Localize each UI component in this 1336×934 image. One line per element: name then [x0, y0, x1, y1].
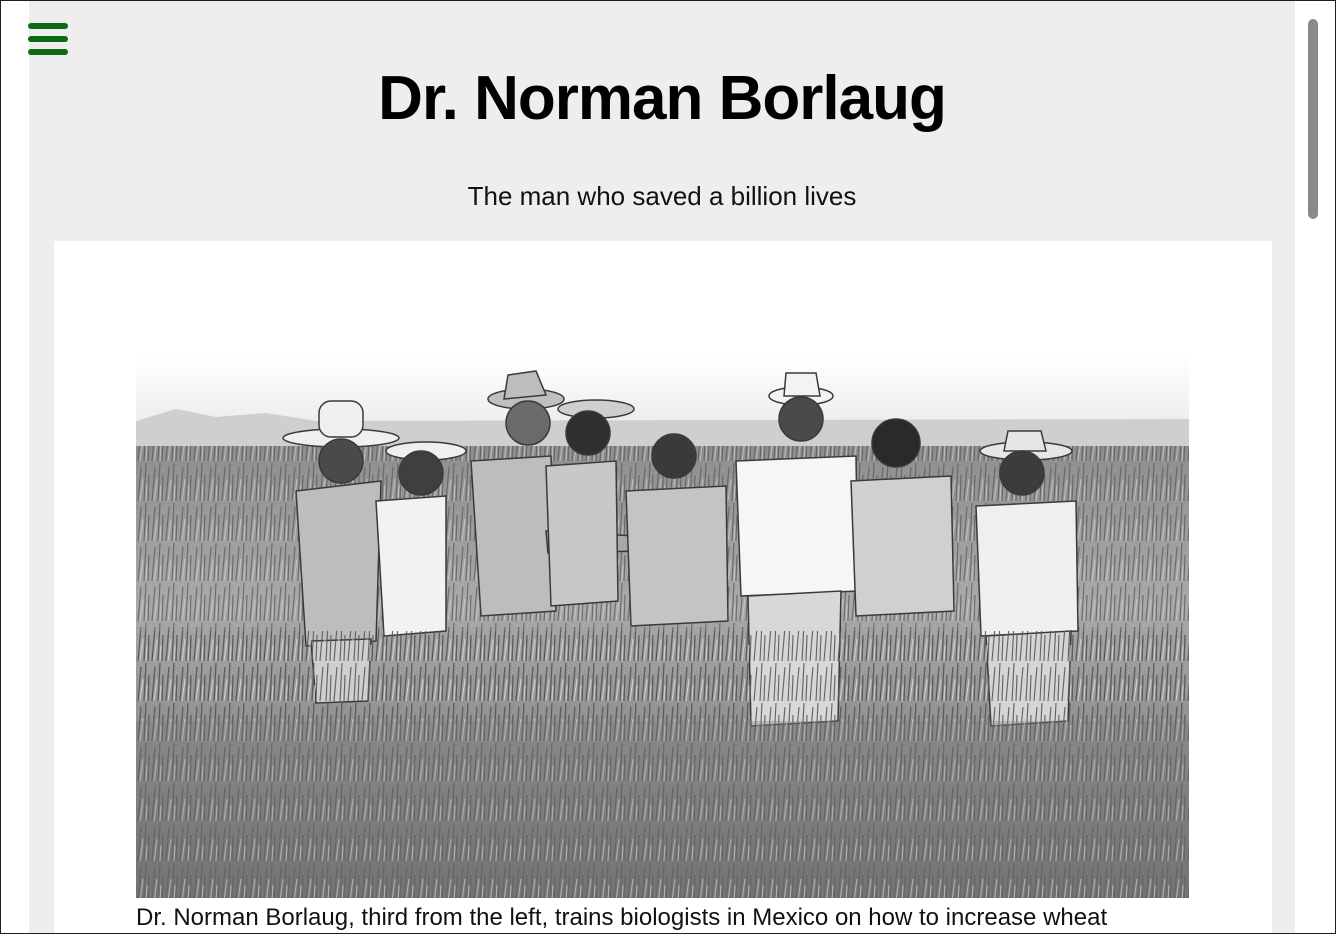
hamburger-menu-icon[interactable]	[26, 21, 70, 59]
menu-bar-top	[28, 23, 68, 29]
photo-caption: Dr. Norman Borlaug, third from the left,…	[136, 904, 1108, 931]
browser-viewport: Dr. Norman Borlaug The man who saved a b…	[0, 0, 1336, 934]
menu-bar-bottom	[28, 49, 68, 55]
scrollbar-thumb[interactable]	[1308, 19, 1318, 219]
photo-card: Dr. Norman Borlaug, third from the left,…	[54, 241, 1272, 933]
menu-bar-middle	[28, 36, 68, 42]
page-title: Dr. Norman Borlaug	[378, 64, 947, 133]
vertical-scrollbar[interactable]	[1295, 1, 1335, 933]
borlaug-field-photo	[136, 301, 1189, 898]
page-subtitle: The man who saved a billion lives	[467, 181, 857, 211]
